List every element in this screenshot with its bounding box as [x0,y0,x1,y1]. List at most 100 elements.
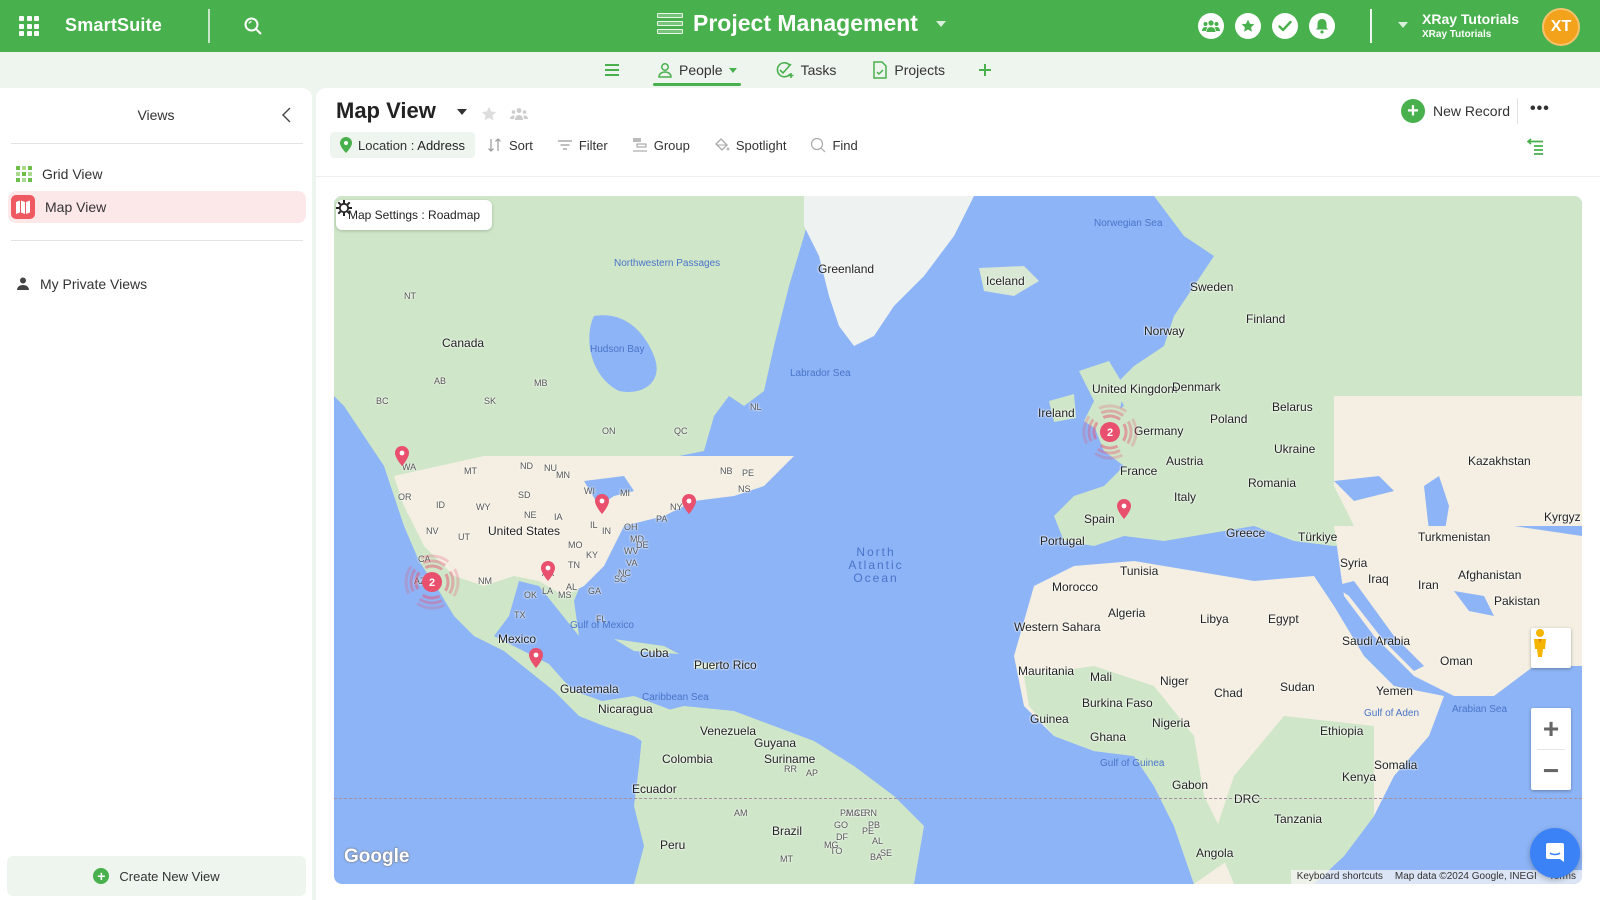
star-icon[interactable] [480,105,498,123]
sidebar-item-grid-view[interactable]: Grid View [8,158,306,190]
map-water-label: Arabian Sea [1452,704,1508,715]
more-options-button[interactable]: ••• [1530,100,1550,118]
tab-tasks[interactable]: Tasks [769,52,843,88]
map-water-label: Northwestern Passages [614,258,721,269]
location-pin-marker[interactable] [529,648,543,668]
apps-grid-icon[interactable] [19,16,39,36]
divider [316,176,1600,177]
chat-icon [1546,843,1564,862]
new-record-button[interactable]: + New Record [1401,99,1510,123]
map-country-label: Kyrgyz [1544,510,1581,524]
map-country-label: Guatemala [560,682,619,696]
document-check-icon [873,61,888,79]
map-country-label: Kenya [1342,770,1377,784]
location-field-selector[interactable]: Location : Address [330,132,475,158]
account-name[interactable]: XRay Tutorials [1422,11,1519,27]
location-pin-marker[interactable] [541,561,555,581]
map-region-label: NB [720,466,733,476]
map-country-label: Denmark [1172,380,1221,394]
map-region-label: MB [534,378,548,388]
filter-icon [557,140,572,150]
tab-people[interactable]: People [651,52,743,88]
map-region-label: DE [636,540,649,550]
collapse-sidebar-icon[interactable] [280,106,294,124]
map-canvas[interactable]: Greenland Iceland Canada United States Mexic… [334,196,1582,884]
map-country-label: Niger [1160,674,1189,688]
sidebar-item-map-view[interactable]: Map View [8,191,306,223]
workspace-name: XRay Tutorials [1422,29,1492,40]
map-country-label: Brazil [772,824,803,838]
tab-projects[interactable]: Projects [866,52,951,88]
map-region-label: OH [624,522,638,532]
table-tabs: People Tasks Projects [0,52,1600,88]
tasks-check-icon[interactable] [1272,13,1298,39]
tables-menu-icon[interactable] [605,64,619,76]
location-pin-marker[interactable] [395,446,409,466]
svg-text:2: 2 [1107,427,1113,439]
map-country-label: United Kingdom [1092,382,1178,396]
street-view-pegman-icon[interactable] [1531,628,1571,668]
map-region-label: OK [524,590,538,600]
add-table-icon[interactable] [978,64,991,76]
zoom-out-button[interactable]: − [1531,750,1571,791]
location-pin-marker[interactable] [1117,499,1131,519]
solution-switcher[interactable]: Project Management [657,10,946,37]
map-country-label: Kazakhstan [1468,454,1531,468]
location-field: Address [417,137,465,153]
create-new-view-button[interactable]: + Create New View [7,856,306,896]
search-icon[interactable] [243,16,263,36]
map-ocean-label: North Atlantic Ocean [848,545,904,585]
group-label: Group [653,137,690,153]
sort-button[interactable]: Sort [479,132,541,158]
map-region-label: ND [520,461,533,471]
map-region-label: AM [734,808,748,818]
sidebar-item-label: Map View [45,199,107,215]
group-button[interactable]: Group [624,132,698,158]
map-country-label: Burkina Faso [1082,696,1153,710]
map-country-label: Mauritania [1018,664,1075,678]
view-menu-chevron-icon[interactable] [457,109,467,115]
spotlight-button[interactable]: Spotlight [706,132,795,158]
map-water-label: Gulf of Aden [1364,708,1420,719]
keyboard-shortcuts-link[interactable]: Keyboard shortcuts [1290,870,1389,884]
map-country-label: Greenland [818,262,875,276]
find-button[interactable]: Find [802,132,865,158]
map-country-label: Ecuador [632,782,677,796]
members-icon[interactable] [1198,13,1224,39]
cluster-marker[interactable]: 2 [403,553,461,611]
map-region-label: WY [476,502,491,512]
map-region-label: AL [566,582,578,592]
map-region-label: ID [436,500,445,510]
map-country-label: Peru [660,838,686,852]
zoom-in-button[interactable]: + [1531,708,1571,749]
location-pin-marker[interactable] [682,494,696,514]
location-pin-marker[interactable] [595,494,609,514]
gear-icon [336,200,352,216]
cluster-marker[interactable]: 2 [1081,403,1139,461]
brand-logo[interactable]: SmartSuite [65,15,162,36]
filter-button[interactable]: Filter [549,132,616,158]
notifications-bell-icon[interactable] [1309,13,1335,39]
map-country-label: Pakistan [1494,594,1541,608]
map-country-label: Turkmenistan [1418,530,1491,544]
paint-bucket-icon [714,138,730,151]
map-country-label: Ireland [1038,406,1075,420]
map-region-label: IA [554,512,563,522]
map-settings-button[interactable]: Map Settings : Roadmap [336,200,493,230]
account-dropdown-icon[interactable] [1398,22,1408,28]
sidebar-item-my-private-views[interactable]: My Private Views [8,268,306,300]
favorites-icon[interactable] [1235,13,1261,39]
map-country-label: Western Sahara [1014,620,1101,634]
map-country-label: Libya [1200,612,1229,626]
google-logo: Google [344,846,410,867]
sort-icon [488,138,501,152]
record-list-panel-icon[interactable] [1526,136,1546,156]
view-title[interactable]: Map View [336,98,436,124]
map-country-label: Guinea [1030,712,1069,726]
chevron-down-icon[interactable] [728,67,737,73]
chat-support-button[interactable] [1530,828,1580,878]
avatar[interactable]: XT [1542,8,1580,46]
map-region-label: RN [864,808,877,818]
map-country-label: Oman [1440,654,1473,668]
share-members-icon[interactable] [510,106,528,122]
